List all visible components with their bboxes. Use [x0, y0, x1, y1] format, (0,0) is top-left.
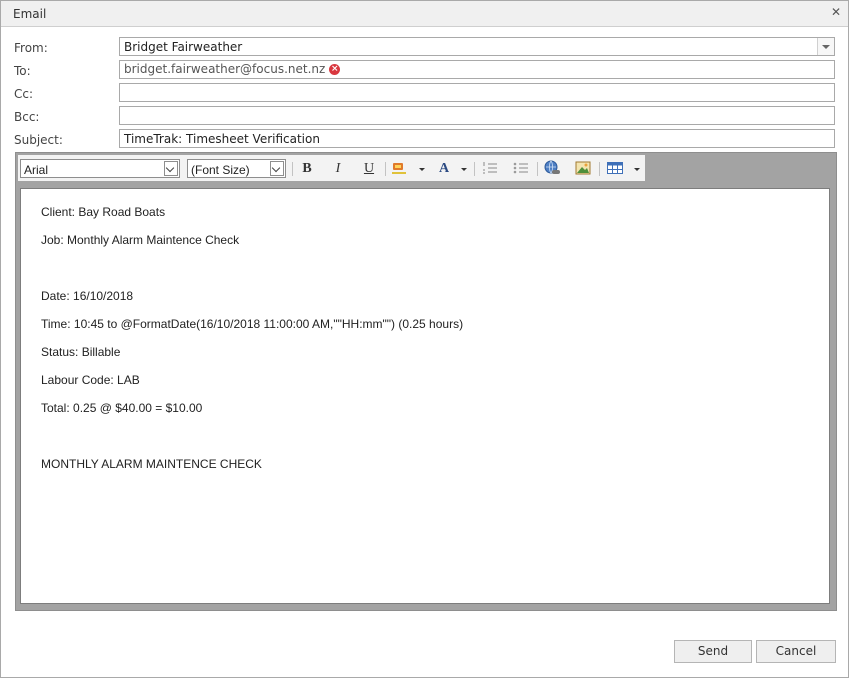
font-size-select[interactable]: (Font Size) — [187, 159, 286, 178]
body-line: Job: Monthly Alarm Maintence Check — [41, 233, 240, 247]
email-dialog: Email ✕ From: Bridget Fairweather To: br… — [0, 0, 849, 678]
subject-field[interactable]: TimeTrak: Timesheet Verification — [119, 129, 835, 148]
subject-label: Subject: — [14, 133, 63, 147]
from-value: Bridget Fairweather — [124, 40, 243, 54]
recipient-email: bridget.fairweather@focus.net.nz — [124, 62, 326, 76]
chevron-down-icon[interactable] — [817, 38, 834, 55]
unordered-list-icon[interactable] — [511, 160, 531, 178]
chevron-down-icon[interactable] — [164, 161, 178, 176]
cc-label: Cc: — [14, 87, 34, 101]
bcc-label: Bcc: — [14, 110, 40, 124]
body-line: Status: Billable — [41, 345, 121, 359]
cancel-button[interactable]: Cancel — [756, 640, 836, 663]
body-line: Total: 0.25 @ $40.00 = $10.00 — [41, 401, 203, 415]
ordered-list-icon[interactable] — [480, 160, 500, 178]
body-line: Date: 16/10/2018 — [41, 289, 134, 303]
cc-field[interactable] — [119, 83, 835, 102]
recipient-token: bridget.fairweather@focus.net.nz × — [124, 62, 341, 77]
toolbar-separator — [599, 162, 600, 176]
italic-button[interactable]: I — [329, 160, 347, 178]
from-select[interactable]: Bridget Fairweather — [119, 37, 835, 56]
title-bar: Email ✕ — [1, 1, 848, 27]
font-family-value: Arial — [24, 163, 49, 177]
to-label: To: — [14, 64, 31, 78]
body-line: MONTHLY ALARM MAINTENCE CHECK — [41, 457, 262, 471]
font-size-value: (Font Size) — [191, 163, 250, 177]
toolbar-separator — [292, 162, 293, 176]
message-body[interactable]: Client: Bay Road Boats Job: Monthly Alar… — [20, 188, 830, 604]
body-line: Time: 10:45 to @FormatDate(16/10/2018 11… — [41, 317, 464, 331]
font-family-select[interactable]: Arial — [20, 159, 180, 178]
send-button[interactable]: Send — [674, 640, 752, 663]
underline-button[interactable]: U — [360, 160, 378, 178]
highlight-icon[interactable] — [390, 160, 410, 178]
hyperlink-icon[interactable] — [542, 160, 562, 178]
bold-button[interactable]: B — [298, 160, 316, 178]
table-dropdown-icon[interactable] — [634, 168, 640, 171]
subject-value: TimeTrak: Timesheet Verification — [124, 132, 320, 146]
image-icon[interactable] — [573, 160, 593, 178]
bcc-field[interactable] — [119, 106, 835, 125]
toolbar-separator — [385, 162, 386, 176]
from-label: From: — [14, 41, 48, 55]
font-color-button[interactable]: A — [435, 160, 453, 178]
font-color-dropdown-icon[interactable] — [461, 168, 467, 171]
to-field[interactable]: bridget.fairweather@focus.net.nz × — [119, 60, 835, 79]
toolbar-separator — [537, 162, 538, 176]
body-line: Client: Bay Road Boats — [41, 205, 166, 219]
editor-toolbar: Arial (Font Size) B I U A — [18, 155, 645, 181]
dialog-title: Email — [13, 7, 47, 21]
chevron-down-icon[interactable] — [270, 161, 284, 176]
remove-recipient-icon[interactable]: × — [329, 64, 341, 75]
highlight-dropdown-icon[interactable] — [419, 168, 425, 171]
body-line: Labour Code: LAB — [41, 373, 140, 387]
close-icon[interactable]: ✕ — [830, 6, 842, 18]
toolbar-separator — [474, 162, 475, 176]
rich-text-editor: Arial (Font Size) B I U A Client: Bay Ro… — [15, 152, 837, 611]
table-icon[interactable] — [605, 160, 625, 178]
